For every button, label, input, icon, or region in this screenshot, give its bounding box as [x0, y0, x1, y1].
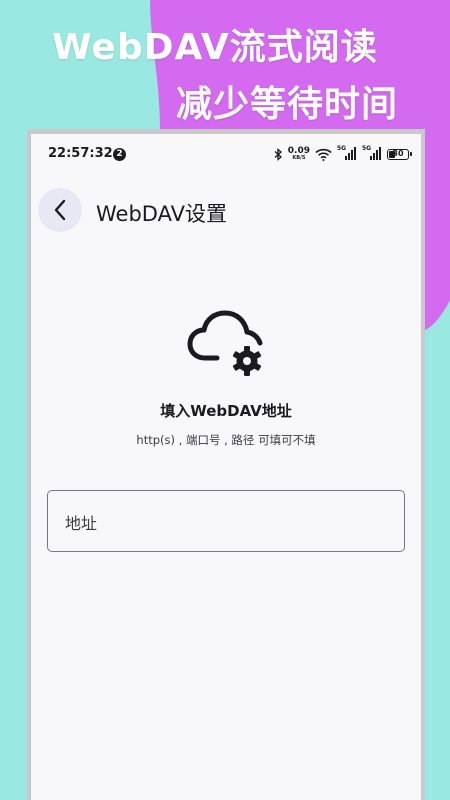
- promo-title: WebDAV流式阅读: [52, 27, 378, 68]
- app-bar: WebDAV设置: [31, 184, 421, 236]
- cloud-settings-icon: [187, 310, 263, 376]
- wifi-icon: [315, 148, 332, 161]
- back-button[interactable]: [38, 188, 82, 232]
- status-bar: 22:57:32 2 0.09 KB/S 5G 5G 30: [31, 134, 421, 174]
- net-speed: 0.09 KB/S: [287, 146, 310, 161]
- address-input[interactable]: 地址: [47, 490, 405, 552]
- app-screen: 22:57:32 2 0.09 KB/S 5G 5G 30 WebDAV设置 填…: [31, 134, 421, 800]
- bluetooth-icon: [274, 147, 282, 161]
- signal-icon: 5G: [337, 145, 357, 161]
- page-title: WebDAV设置: [96, 202, 227, 226]
- chevron-left-icon: [54, 199, 66, 221]
- notification-badge: 2: [113, 148, 126, 161]
- section-hint: http(s) , 端口号 , 路径 可填可不填: [136, 433, 316, 447]
- battery-icon: 30: [387, 148, 412, 160]
- promo-subtitle: 减少等待时间: [176, 84, 399, 125]
- status-time: 22:57:32: [48, 146, 113, 161]
- address-placeholder: 地址: [65, 514, 98, 533]
- promo-page: WebDAV流式阅读 减少等待时间 22:57:32 2 0.09 KB/S 5…: [0, 0, 450, 800]
- status-icons: 0.09 KB/S 5G 5G 30: [274, 144, 412, 164]
- section-heading: 填入WebDAV地址: [160, 402, 292, 420]
- signal-icon: 5G: [362, 145, 382, 161]
